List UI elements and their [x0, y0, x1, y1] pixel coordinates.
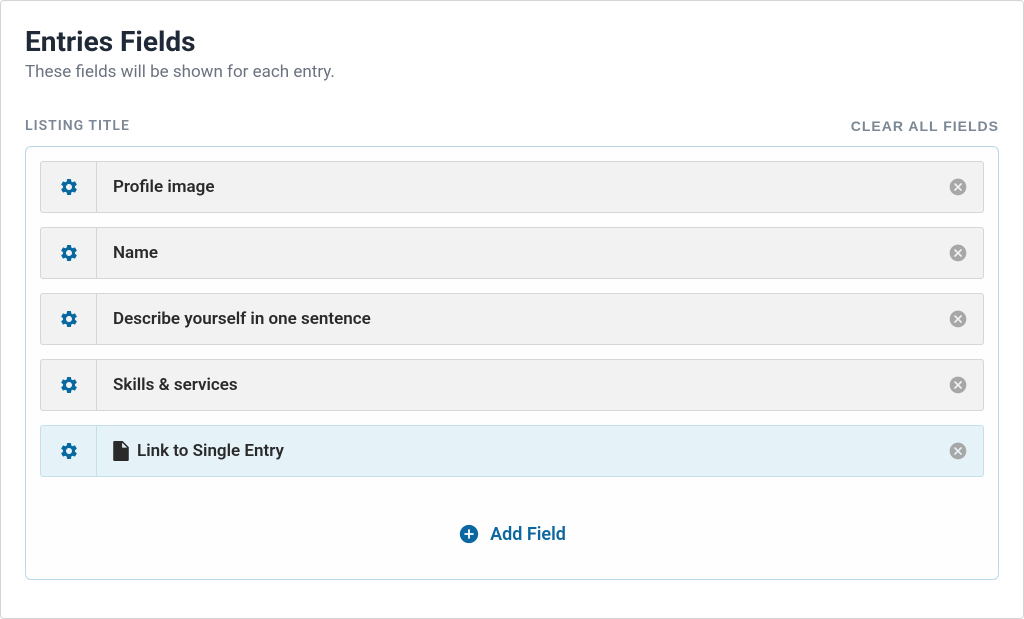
gear-icon: [59, 243, 79, 263]
gear-icon: [59, 375, 79, 395]
field-remove-button[interactable]: [933, 360, 983, 410]
field-label: Link to Single Entry: [97, 426, 933, 476]
document-icon: [113, 441, 129, 461]
section-header: LISTING TITLE CLEAR ALL FIELDS: [25, 118, 999, 134]
listing-title-label: LISTING TITLE: [25, 118, 130, 134]
field-remove-button[interactable]: [933, 162, 983, 212]
page-subtitle: These fields will be shown for each entr…: [25, 62, 999, 82]
add-field-button[interactable]: Add Field: [40, 491, 984, 565]
page-title: Entries Fields: [25, 25, 999, 58]
gear-icon: [59, 177, 79, 197]
fields-container: Profile image Name Describe yourself in …: [25, 146, 999, 580]
clear-all-fields-button[interactable]: CLEAR ALL FIELDS: [851, 118, 999, 134]
field-label-text: Skills & services: [113, 375, 238, 395]
field-remove-button[interactable]: [933, 294, 983, 344]
field-remove-button[interactable]: [933, 426, 983, 476]
field-label-text: Link to Single Entry: [137, 441, 284, 461]
field-label: Skills & services: [97, 360, 933, 410]
field-settings-button[interactable]: [41, 360, 97, 410]
plus-circle-icon: [458, 523, 480, 545]
field-label-text: Name: [113, 243, 158, 263]
field-label-text: Describe yourself in one sentence: [113, 309, 371, 329]
field-label-text: Profile image: [113, 177, 214, 197]
field-label: Name: [97, 228, 933, 278]
close-icon: [948, 441, 968, 461]
field-row[interactable]: Name: [40, 227, 984, 279]
field-settings-button[interactable]: [41, 426, 97, 476]
close-icon: [948, 177, 968, 197]
entries-fields-panel: Entries Fields These fields will be show…: [0, 0, 1024, 619]
field-row[interactable]: Skills & services: [40, 359, 984, 411]
field-label: Profile image: [97, 162, 933, 212]
field-settings-button[interactable]: [41, 228, 97, 278]
add-field-label: Add Field: [490, 524, 566, 545]
field-label: Describe yourself in one sentence: [97, 294, 933, 344]
field-settings-button[interactable]: [41, 162, 97, 212]
field-row[interactable]: Link to Single Entry: [40, 425, 984, 477]
field-row[interactable]: Describe yourself in one sentence: [40, 293, 984, 345]
close-icon: [948, 375, 968, 395]
field-remove-button[interactable]: [933, 228, 983, 278]
field-settings-button[interactable]: [41, 294, 97, 344]
field-row[interactable]: Profile image: [40, 161, 984, 213]
gear-icon: [59, 441, 79, 461]
close-icon: [948, 309, 968, 329]
close-icon: [948, 243, 968, 263]
gear-icon: [59, 309, 79, 329]
